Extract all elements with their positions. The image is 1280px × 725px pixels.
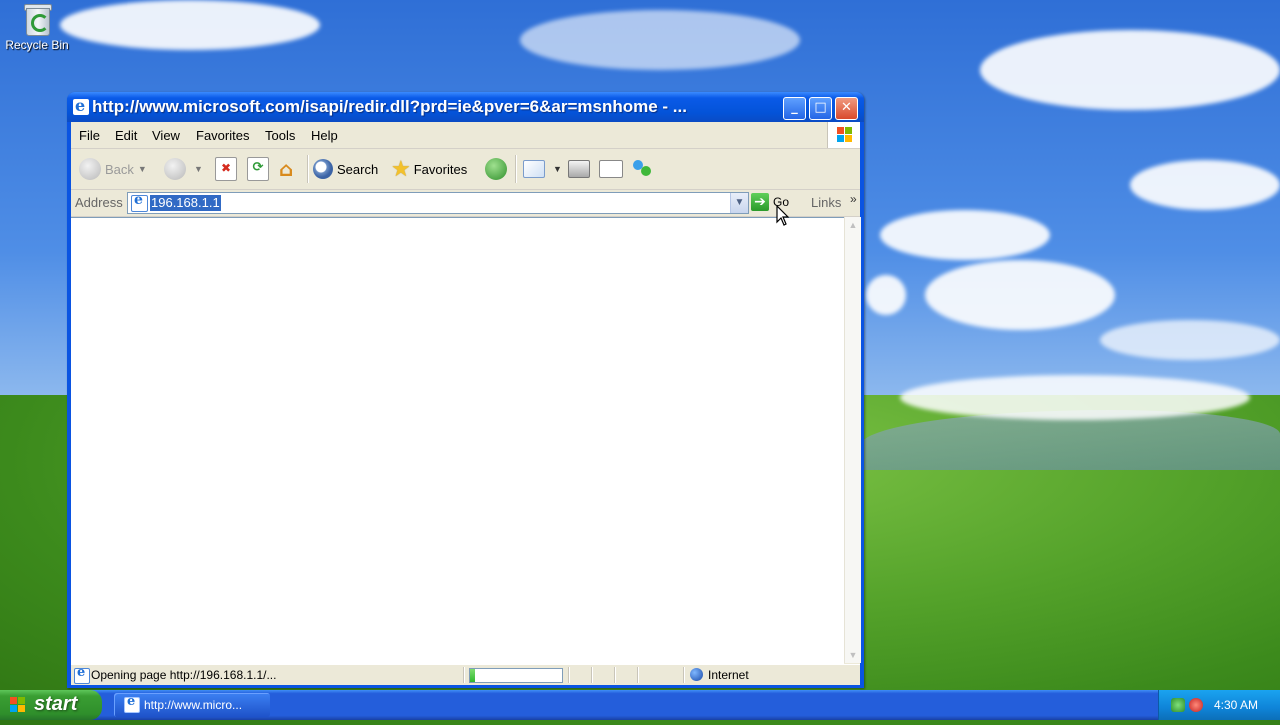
menu-view[interactable]: View — [152, 128, 180, 143]
favorites-button[interactable]: ★ Favorites — [391, 154, 467, 184]
status-divider — [683, 667, 685, 683]
scroll-up-icon[interactable]: ▲ — [845, 217, 861, 233]
recycle-bin-icon — [22, 2, 52, 36]
network-icon[interactable] — [1171, 698, 1185, 712]
back-arrow-icon — [79, 158, 101, 180]
start-label: start — [34, 693, 78, 715]
recycle-bin-shortcut[interactable]: Recycle Bin — [4, 2, 70, 52]
ie-icon — [73, 96, 89, 115]
address-value[interactable]: 196.168.1.1 — [150, 195, 221, 211]
home-icon: ⌂ — [279, 157, 294, 181]
stop-button[interactable]: ✖ — [215, 154, 241, 184]
star-icon: ★ — [391, 156, 411, 181]
stop-icon: ✖ — [215, 157, 237, 181]
status-divider — [463, 667, 465, 683]
menu-edit[interactable]: Edit — [115, 128, 137, 143]
go-arrow-icon: ➔ — [751, 193, 769, 211]
messenger-button[interactable] — [631, 154, 653, 184]
wallpaper-cloud — [866, 275, 906, 315]
toolbar-overflow-chevron-icon[interactable]: » — [850, 192, 857, 206]
mail-button[interactable]: ▼ — [523, 154, 562, 184]
menu-file[interactable]: File — [79, 128, 100, 143]
status-text: Opening page http://196.168.1.1/... — [91, 668, 277, 682]
start-button[interactable]: start — [0, 690, 102, 720]
wallpaper-cloud — [60, 0, 320, 50]
browser-window: http://www.microsoft.com/isapi/redir.dll… — [67, 92, 864, 688]
address-dropdown-button[interactable]: ▼ — [730, 193, 748, 213]
progress-fill — [470, 669, 475, 682]
clock: 4:30 AM — [1214, 698, 1259, 712]
window-title: http://www.microsoft.com/isapi/redir.dll… — [92, 97, 687, 116]
favorites-label: Favorites — [413, 161, 468, 177]
printer-icon — [568, 160, 590, 178]
refresh-button[interactable]: ⟳ — [247, 154, 273, 184]
wallpaper-cloud — [900, 375, 1250, 420]
menu-tools[interactable]: Tools — [265, 128, 295, 143]
minimize-button[interactable]: _ — [783, 97, 806, 120]
status-divider — [637, 667, 639, 683]
search-icon — [313, 159, 333, 179]
chevron-down-icon[interactable]: ▼ — [194, 164, 203, 174]
messenger-icon — [631, 158, 653, 180]
windows-logo-icon — [827, 122, 860, 148]
home-button[interactable]: ⌂ — [279, 154, 303, 184]
menu-help[interactable]: Help — [311, 128, 338, 143]
refresh-icon: ⟳ — [247, 157, 269, 181]
status-bar: Opening page http://196.168.1.1/... Inte… — [71, 664, 860, 685]
back-label: Back — [105, 161, 134, 177]
edit-page-icon — [599, 160, 623, 178]
wallpaper-cloud — [980, 30, 1280, 110]
mail-icon — [523, 160, 545, 178]
status-divider — [591, 667, 593, 683]
toolbar-separator — [307, 155, 309, 183]
progress-bar — [469, 668, 563, 683]
links-button[interactable]: Links — [811, 195, 841, 210]
scroll-down-icon[interactable]: ▼ — [845, 647, 861, 663]
title-bar[interactable]: http://www.microsoft.com/isapi/redir.dll… — [67, 92, 864, 122]
taskbar-item-ie[interactable]: http://www.micro... — [114, 693, 270, 717]
page-loading-icon — [74, 665, 90, 684]
address-bar: Address 196.168.1.1 ▼ ➔ Go Links » — [71, 190, 860, 217]
page-content[interactable] — [71, 217, 844, 664]
security-zone-label: Internet — [708, 668, 749, 682]
system-tray: 4:30 AM — [1158, 690, 1280, 720]
forward-arrow-icon — [164, 158, 186, 180]
taskbar: start http://www.micro... 4:30 AM — [0, 690, 1280, 720]
ie-icon — [124, 694, 140, 713]
standard-toolbar: Back ▼ ▼ ✖ ⟳ ⌂ Search ★ Favorites ▼ — [71, 149, 860, 190]
history-icon — [485, 158, 507, 180]
status-divider — [568, 667, 570, 683]
wallpaper-cloud — [880, 210, 1050, 260]
edit-button[interactable] — [599, 154, 627, 184]
forward-button[interactable]: ▼ — [164, 154, 203, 184]
internet-zone-icon — [690, 668, 703, 681]
close-button[interactable]: ✕ — [835, 97, 858, 120]
history-button[interactable] — [485, 154, 511, 184]
window-client: File Edit View Favorites Tools Help Back… — [71, 122, 861, 685]
chevron-down-icon[interactable]: ▼ — [138, 164, 147, 174]
recycle-bin-label: Recycle Bin — [5, 38, 69, 52]
address-label: Address — [75, 195, 123, 210]
wallpaper-cloud — [1130, 160, 1280, 210]
taskbar-item-label: http://www.micro... — [144, 698, 243, 712]
wallpaper-cloud — [520, 10, 800, 70]
search-label: Search — [337, 161, 379, 177]
print-button[interactable] — [568, 154, 594, 184]
security-alert-icon[interactable] — [1189, 698, 1203, 712]
wallpaper-cloud — [925, 260, 1115, 330]
vertical-scrollbar[interactable]: ▲ ▼ — [844, 217, 861, 663]
menu-favorites[interactable]: Favorites — [196, 128, 249, 143]
chevron-down-icon[interactable]: ▼ — [553, 164, 562, 174]
maximize-button[interactable]: □ — [809, 97, 832, 120]
menu-bar: File Edit View Favorites Tools Help — [71, 122, 860, 149]
page-icon — [131, 192, 148, 212]
back-button[interactable]: Back ▼ — [79, 154, 147, 184]
windows-flag-icon — [10, 697, 26, 713]
wallpaper-cloud — [1100, 320, 1280, 360]
address-input[interactable]: 196.168.1.1 ▼ — [127, 192, 749, 214]
search-button[interactable]: Search — [313, 154, 378, 184]
toolbar-separator — [515, 155, 517, 183]
status-divider — [614, 667, 616, 683]
